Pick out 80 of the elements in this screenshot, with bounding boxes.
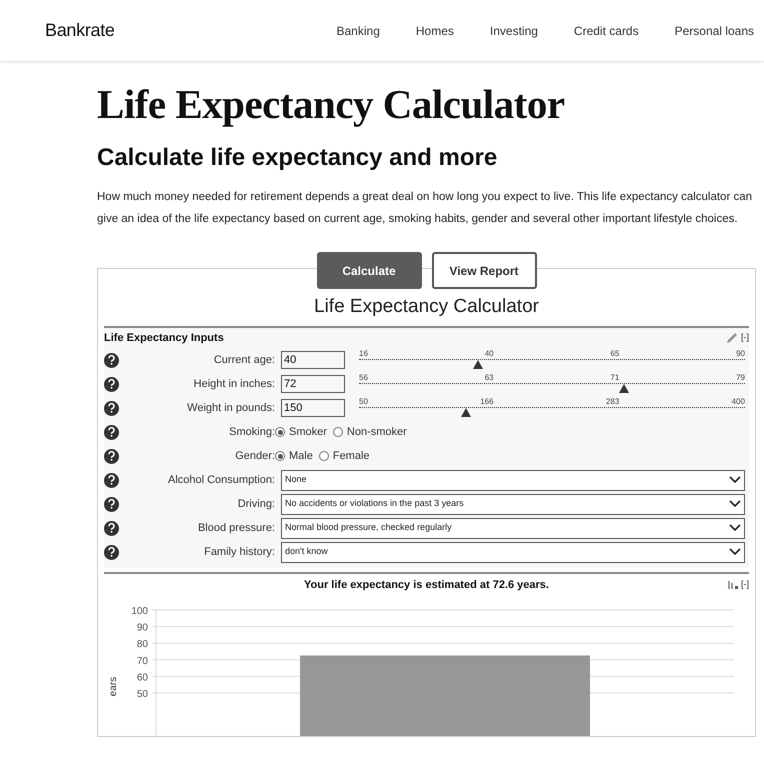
field-label: Family history:	[203, 544, 275, 560]
field-label: Alcohol Consumption:	[166, 472, 275, 488]
field-label: Smoking:	[228, 424, 275, 440]
radio-button[interactable]	[275, 427, 285, 437]
help-icon[interactable]	[104, 376, 119, 392]
calculator-title: Life Expectancy Calculator	[313, 295, 540, 319]
tick-label: 50	[359, 397, 368, 406]
bar-chart-icon[interactable]	[728, 581, 739, 589]
field-label: Weight in pounds:	[186, 400, 275, 416]
nav-link[interactable]: Banking	[336, 22, 380, 40]
page-title: Life Expectancy Calculator	[97, 80, 566, 129]
slider-track[interactable]	[359, 359, 745, 370]
nav-link[interactable]: Credit cards	[574, 22, 639, 40]
help-icon[interactable]	[104, 400, 119, 416]
slider-thumb[interactable]	[619, 384, 630, 393]
tick-label: 90	[736, 349, 745, 358]
radio-button[interactable]	[332, 427, 343, 437]
field-label: Gender:	[234, 448, 275, 464]
nav-link[interactable]: Homes	[416, 22, 454, 40]
nav-link[interactable]: Personal loans	[674, 22, 754, 40]
y-tick-label: 100	[131, 606, 148, 617]
logo[interactable]: Bankrate	[45, 17, 115, 44]
help-icon[interactable]	[104, 472, 119, 488]
y-tick-label: 70	[136, 656, 148, 667]
tick-label: 283	[606, 397, 620, 406]
tick-label: 56	[359, 373, 368, 382]
page-subtitle: Calculate life expectancy and more	[97, 143, 498, 173]
nav-link[interactable]: Investing	[490, 22, 538, 40]
help-icon[interactable]	[104, 448, 119, 464]
field-label: Height in inches:	[192, 376, 275, 392]
field-label: Driving:	[236, 496, 275, 512]
radio-button[interactable]	[275, 451, 285, 461]
radio-label: Non-smoker	[346, 424, 407, 440]
action-button[interactable]: Calculate	[316, 252, 422, 289]
section-title: Life Expectancy Inputs	[104, 330, 224, 346]
help-icon[interactable]	[104, 496, 119, 512]
result-title: Your life expectancy is estimated at 72.6 years.	[304, 578, 549, 593]
radio-label: Female	[332, 448, 370, 464]
tick-label: 63	[484, 373, 494, 382]
tick-label: 65	[610, 349, 620, 358]
dropdown[interactable]: Normal blood pressure, checked regularly	[281, 518, 745, 538]
collapse-toggle[interactable]: [-]	[741, 578, 749, 592]
action-button[interactable]: View Report	[432, 252, 536, 289]
field-label: Current age:	[212, 352, 275, 368]
dropdown[interactable]: don't know	[281, 542, 745, 562]
y-axis-label: ears	[108, 676, 119, 696]
radio-label: Smoker	[289, 424, 327, 440]
tick-label: 79	[736, 373, 745, 382]
radio-button[interactable]	[318, 451, 329, 461]
pencil-icon[interactable]	[726, 332, 738, 344]
chevron-icon	[729, 476, 741, 484]
input-field[interactable]: 72	[281, 375, 345, 393]
radio-label: Male	[289, 448, 313, 464]
tick-label: 400	[732, 397, 745, 406]
y-tick-label: 80	[136, 639, 148, 650]
help-icon[interactable]	[104, 520, 119, 536]
help-icon[interactable]	[104, 544, 119, 560]
y-tick-label: 50	[136, 689, 148, 700]
y-tick-label: 60	[136, 672, 148, 684]
input-field[interactable]: 150	[281, 399, 345, 417]
field-label: Blood pressure:	[196, 520, 275, 536]
dropdown[interactable]: None	[281, 470, 745, 490]
slider-track[interactable]	[359, 407, 745, 418]
chevron-icon	[729, 548, 741, 556]
slider-track[interactable]	[359, 383, 745, 394]
tick-label: 40	[484, 349, 494, 358]
intro-paragraph: How much money needed for retirement depends a great deal on how long you expect to live. This life expectancy calculator can give an idea of the life expectancy based on current age, smoking habits, gender and several other important lifestyle choices.	[97, 190, 754, 227]
slider-thumb[interactable]	[460, 408, 471, 417]
tick-label: 16	[359, 349, 368, 358]
input-field[interactable]: 40	[281, 351, 345, 369]
y-tick-label: 90	[136, 622, 148, 634]
help-icon[interactable]	[104, 352, 119, 368]
chevron-icon	[729, 524, 741, 532]
slider-thumb[interactable]	[472, 360, 483, 369]
tick-label: 71	[610, 373, 620, 382]
dropdown[interactable]: No accidents or violations in the past 3 years	[281, 494, 745, 514]
chevron-icon	[729, 500, 741, 508]
collapse-toggle[interactable]: [-]	[741, 331, 749, 345]
help-icon[interactable]	[104, 424, 119, 440]
tick-label: 166	[480, 397, 494, 406]
